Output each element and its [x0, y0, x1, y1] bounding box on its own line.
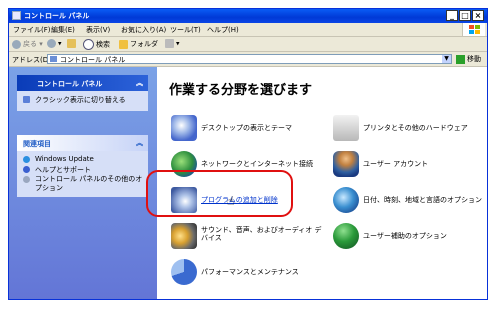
- sound-speaker-icon: [171, 223, 197, 249]
- control-panel-window: コントロール パネル _ □ × ファイル(F) 編集(E) 表示(V) お気に…: [8, 8, 488, 300]
- up-button[interactable]: [67, 39, 78, 48]
- view-icon: [165, 39, 174, 48]
- add-remove-programs-icon: [171, 187, 197, 213]
- control-panel-icon: [50, 56, 57, 62]
- panel-title: コントロール パネル: [37, 80, 103, 88]
- views-button[interactable]: ▾: [165, 39, 180, 48]
- network-globe-icon: [171, 151, 197, 177]
- menu-file[interactable]: ファイル(F): [13, 25, 51, 35]
- date-time-globe-icon: [333, 187, 359, 213]
- panel-header[interactable]: 関連項目 ︽: [17, 135, 148, 151]
- windows-update-icon: [23, 156, 30, 163]
- windows-logo-icon: [462, 23, 485, 36]
- accessibility-icon: [333, 223, 359, 249]
- switch-classic-view-link[interactable]: クラシック表示に切り替える: [17, 95, 148, 105]
- address-label: アドレス(D): [12, 56, 51, 64]
- menu-edit[interactable]: 編集(E): [51, 25, 75, 35]
- user-accounts-icon: [333, 151, 359, 177]
- help-support-link[interactable]: ヘルプとサポート: [17, 165, 148, 175]
- go-icon: [456, 54, 465, 64]
- back-button[interactable]: 戻る ▾: [12, 39, 43, 49]
- options-icon: [23, 176, 30, 183]
- maximize-button[interactable]: □: [459, 10, 471, 21]
- close-button[interactable]: ×: [472, 10, 484, 21]
- back-icon: [12, 39, 21, 49]
- panel-title: 関連項目: [23, 140, 51, 148]
- chevron-up-icon[interactable]: ︽: [136, 138, 143, 148]
- folder-icon: [119, 39, 128, 49]
- window-title: コントロール パネル: [24, 12, 90, 20]
- main-content: 作業する分野を選びます デスクトップの表示とテーマ プリンタとその他のハードウェ…: [157, 67, 487, 299]
- control-panel-task-panel: コントロール パネル ︽ クラシック表示に切り替える: [17, 75, 148, 111]
- menu-view[interactable]: 表示(V): [86, 25, 110, 35]
- windows-update-link[interactable]: Windows Update: [17, 155, 148, 165]
- menu-bar: ファイル(F) 編集(E) 表示(V) お気に入り(A) ツール(T) ヘルプ(…: [9, 23, 487, 37]
- address-value: コントロール パネル: [60, 56, 126, 64]
- performance-chart-icon: [171, 259, 197, 285]
- help-icon: [23, 166, 30, 173]
- go-button[interactable]: 移動: [456, 54, 481, 64]
- printer-icon: [333, 115, 359, 141]
- title-bar[interactable]: コントロール パネル _ □ ×: [9, 9, 487, 23]
- address-field[interactable]: コントロール パネル ▼: [47, 54, 452, 64]
- chevron-up-icon[interactable]: ︽: [136, 78, 143, 88]
- classic-view-icon: [23, 96, 30, 103]
- task-pane: コントロール パネル ︽ クラシック表示に切り替える 関連項目 ︽ Window…: [9, 67, 157, 299]
- forward-icon: [47, 39, 56, 48]
- up-icon: [67, 39, 76, 48]
- minimize-button[interactable]: _: [446, 10, 458, 21]
- toolbar: 戻る ▾ ▾ 検索 フォルダ ▾: [9, 37, 487, 52]
- menu-favorites[interactable]: お気に入り(A): [121, 25, 166, 35]
- related-topics-panel: 関連項目 ︽ Windows Update ヘルプとサポート コントロール パネ…: [17, 135, 148, 197]
- chevron-down-icon[interactable]: ▼: [442, 55, 451, 63]
- menu-tools[interactable]: ツール(T): [170, 25, 201, 35]
- desktop-theme-icon: [171, 115, 197, 141]
- address-bar: アドレス(D) コントロール パネル ▼ 移動: [9, 52, 487, 67]
- folders-button[interactable]: フォルダ: [119, 39, 158, 49]
- other-options-link[interactable]: コントロール パネルのその他のオプション: [17, 175, 148, 193]
- forward-button[interactable]: ▾: [47, 39, 62, 48]
- panel-header[interactable]: コントロール パネル ︽: [17, 75, 148, 91]
- control-panel-icon: [12, 11, 21, 20]
- search-icon: [83, 39, 94, 50]
- search-button[interactable]: 検索: [83, 39, 110, 50]
- page-title: 作業する分野を選びます: [169, 83, 313, 98]
- menu-help[interactable]: ヘルプ(H): [207, 25, 239, 35]
- cursor-icon: ☝: [227, 194, 235, 208]
